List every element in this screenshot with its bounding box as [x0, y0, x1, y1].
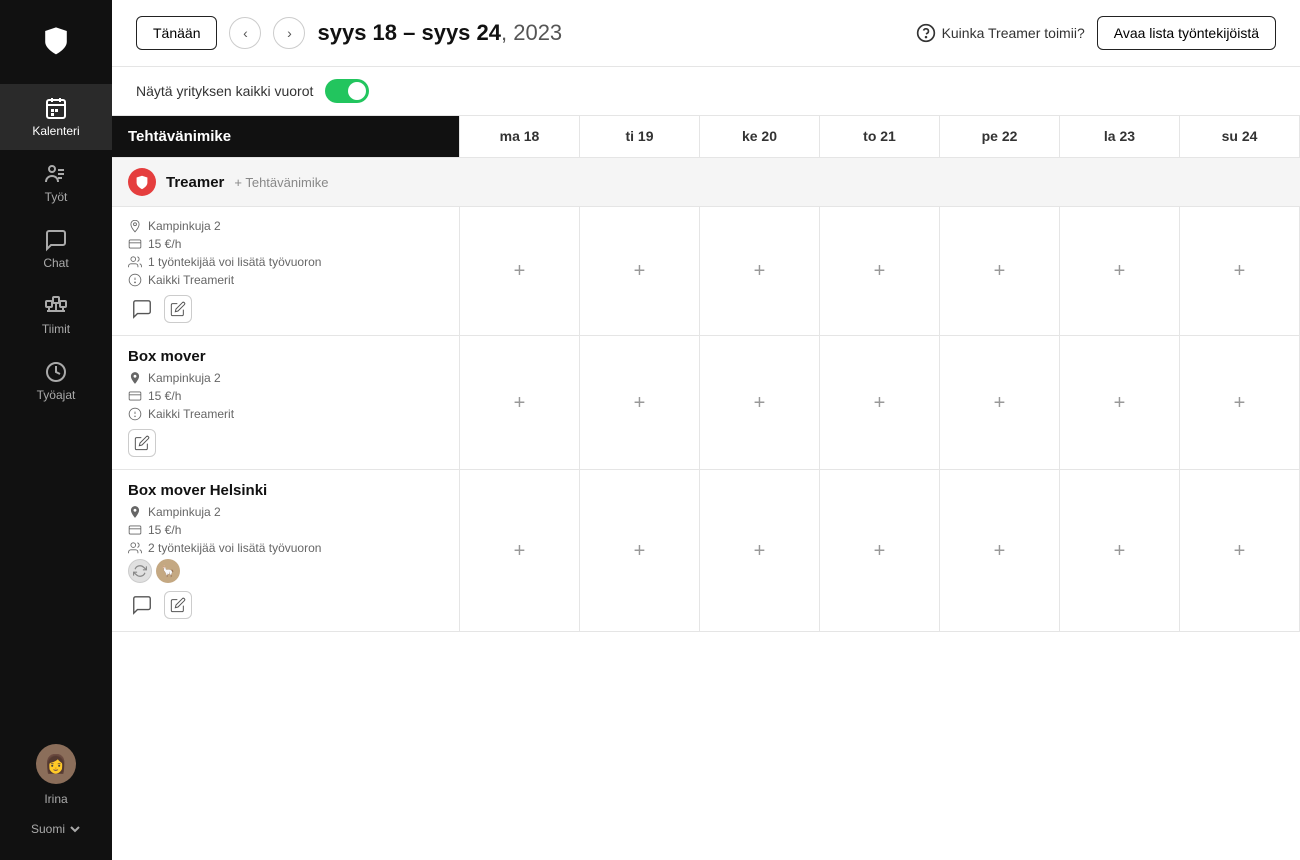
col-header-to21: to 21 [820, 116, 940, 158]
help-label: Kuinka Treamer toimii? [942, 25, 1085, 41]
task-cell-box-mover-ma[interactable]: + [460, 336, 580, 470]
col-header-ma18: ma 18 [460, 116, 580, 158]
next-button[interactable]: › [273, 17, 305, 49]
task-actions-box-mover-helsinki [128, 591, 443, 619]
task-cell-treamer-1-ma[interactable]: + [460, 207, 580, 336]
app-logo[interactable] [32, 16, 80, 64]
toggle-label: Näytä yrityksen kaikki vuorot [136, 83, 313, 99]
avatar[interactable]: 👩 [36, 744, 76, 784]
task-filter-treamer-1: Kaikki Treamerit [128, 273, 443, 287]
task-filter-box-mover: Kaikki Treamerit [128, 407, 443, 421]
task-info-treamer-1: Kampinkuja 2 15 €/h 1 työntekijää voi li… [112, 207, 460, 336]
task-name-box-mover-helsinki: Box mover Helsinki [128, 482, 443, 499]
task-cell-box-mover-pe[interactable]: + [940, 336, 1060, 470]
chat-button-box-mover-helsinki[interactable] [128, 591, 156, 619]
sidebar-item-kalenteri[interactable]: Kalenteri [0, 84, 112, 150]
col-header-ke20: ke 20 [700, 116, 820, 158]
language-selector[interactable]: Suomi [31, 814, 81, 844]
sidebar-item-tiimit-label: Tiimit [42, 322, 70, 336]
task-info-box-mover-helsinki: Box mover Helsinki Kampinkuja 2 15 €/h 2… [112, 470, 460, 632]
task-rate-box-mover-helsinki: 15 €/h [128, 523, 443, 537]
lang-label: Suomi [31, 822, 65, 836]
prev-button[interactable]: ‹ [229, 17, 261, 49]
avatar-user: 🦙 [156, 559, 180, 583]
task-cell-treamer-1-to[interactable]: + [820, 207, 940, 336]
task-cell-box-mover-su[interactable]: + [1180, 336, 1300, 470]
sidebar-item-chat[interactable]: Chat [0, 216, 112, 282]
task-cell-bmh-su[interactable]: + [1180, 470, 1300, 632]
task-location-box-mover: Kampinkuja 2 [128, 371, 443, 385]
sidebar-item-tiimit[interactable]: Tiimit [0, 282, 112, 348]
sidebar-item-tyot[interactable]: Työt [0, 150, 112, 216]
task-actions-box-mover [128, 429, 443, 457]
task-cell-bmh-ke[interactable]: + [700, 470, 820, 632]
task-cell-treamer-1-su[interactable]: + [1180, 207, 1300, 336]
chat-button-treamer-1[interactable] [128, 295, 156, 323]
task-cell-treamer-1-la[interactable]: + [1060, 207, 1180, 336]
today-button[interactable]: Tänään [136, 16, 217, 50]
avatar-row-box-mover-helsinki: 🦙 [128, 559, 443, 583]
user-name: Irina [44, 792, 67, 806]
edit-button-box-mover-helsinki[interactable] [164, 591, 192, 619]
group-header-treamer: Treamer + Tehtävänimike [112, 158, 1300, 207]
sidebar-item-kalenteri-label: Kalenteri [32, 124, 79, 138]
toggle-row: Näytä yrityksen kaikki vuorot [112, 67, 1300, 115]
task-info-box-mover: Box mover Kampinkuja 2 15 €/h Kaikki Tre… [112, 336, 460, 470]
col-header-task: Tehtävänimike [112, 116, 460, 158]
avatar-refresh [128, 559, 152, 583]
task-cell-box-mover-ke[interactable]: + [700, 336, 820, 470]
main-content: Tänään ‹ › syys 18 – syys 24, 2023 Kuink… [112, 0, 1300, 860]
task-rate-box-mover: 15 €/h [128, 389, 443, 403]
open-list-button[interactable]: Avaa lista työntekijöistä [1097, 16, 1276, 50]
task-location-box-mover-helsinki: Kampinkuja 2 [128, 505, 443, 519]
group-name-treamer: Treamer [166, 174, 224, 191]
task-cell-bmh-la[interactable]: + [1060, 470, 1180, 632]
sidebar-item-chat-label: Chat [43, 256, 68, 270]
sidebar-bottom: 👩 Irina Suomi [0, 744, 112, 844]
edit-button-box-mover[interactable] [128, 429, 156, 457]
task-cell-bmh-ma[interactable]: + [460, 470, 580, 632]
calendar-grid: Tehtävänimike ma 18 ti 19 ke 20 to 21 pe… [112, 115, 1300, 632]
col-header-la23: la 23 [1060, 116, 1180, 158]
task-cell-treamer-1-pe[interactable]: + [940, 207, 1060, 336]
sidebar: Kalenteri Työt Chat Tiimit [0, 0, 112, 860]
col-header-pe22: pe 22 [940, 116, 1060, 158]
col-header-su24: su 24 [1180, 116, 1300, 158]
sidebar-item-tyoajat-label: Työajat [37, 388, 76, 402]
header: Tänään ‹ › syys 18 – syys 24, 2023 Kuink… [112, 0, 1300, 67]
task-cell-bmh-pe[interactable]: + [940, 470, 1060, 632]
task-rate-treamer-1: 15 €/h [128, 237, 443, 251]
task-workers-box-mover-helsinki: 2 työntekijää voi lisätä työvuoron [128, 541, 443, 555]
task-cell-box-mover-to[interactable]: + [820, 336, 940, 470]
task-cell-box-mover-ti[interactable]: + [580, 336, 700, 470]
help-link[interactable]: Kuinka Treamer toimii? [916, 23, 1085, 43]
task-cell-bmh-to[interactable]: + [820, 470, 940, 632]
task-name-box-mover: Box mover [128, 348, 443, 365]
task-actions-treamer-1 [128, 295, 443, 323]
task-cell-box-mover-la[interactable]: + [1060, 336, 1180, 470]
date-range: syys 18 – syys 24, 2023 [317, 20, 562, 46]
show-all-shifts-toggle[interactable] [325, 79, 369, 103]
task-cell-treamer-1-ti[interactable]: + [580, 207, 700, 336]
group-logo-treamer [128, 168, 156, 196]
task-cell-bmh-ti[interactable]: + [580, 470, 700, 632]
calendar-container: Tehtävänimike ma 18 ti 19 ke 20 to 21 pe… [112, 115, 1300, 860]
task-location-treamer-1: Kampinkuja 2 [128, 219, 443, 233]
col-header-ti19: ti 19 [580, 116, 700, 158]
sidebar-item-tyot-label: Työt [45, 190, 68, 204]
edit-button-treamer-1[interactable] [164, 295, 192, 323]
sidebar-item-tyoajat[interactable]: Työajat [0, 348, 112, 414]
task-workers-treamer-1: 1 työntekijää voi lisätä työvuoron [128, 255, 443, 269]
group-add-task[interactable]: + Tehtävänimike [234, 175, 328, 190]
task-cell-treamer-1-ke[interactable]: + [700, 207, 820, 336]
